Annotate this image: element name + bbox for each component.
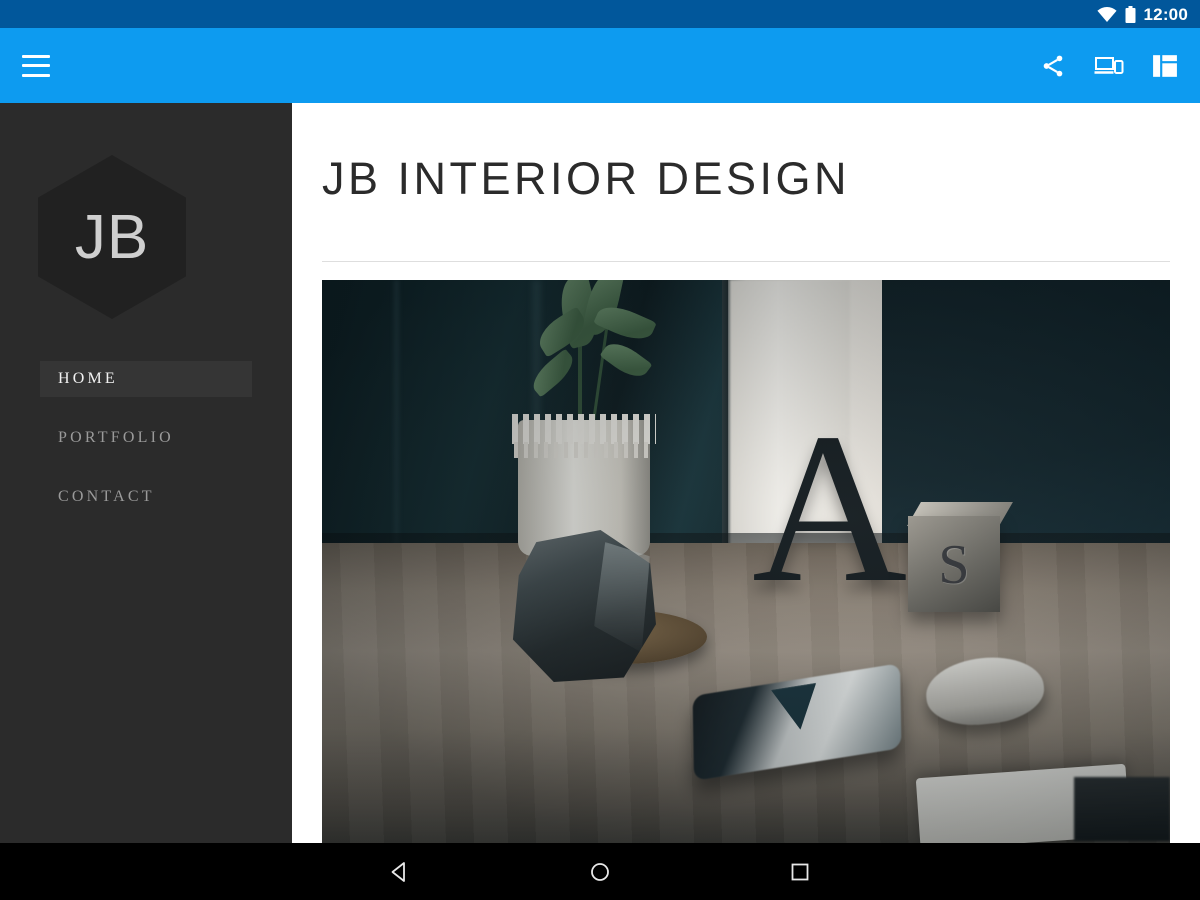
status-time: 12:00 — [1143, 4, 1188, 24]
letter-a-decor: A — [752, 388, 908, 627]
sidebar-item-contact[interactable]: CONTACT — [40, 479, 252, 515]
stamp-block: S — [908, 516, 1000, 612]
plant-foliage — [518, 280, 668, 430]
dark-desk-object — [1074, 777, 1170, 841]
hero-image[interactable]: A S — [322, 280, 1170, 843]
share-icon[interactable] — [1038, 51, 1068, 81]
home-circle-icon[interactable] — [500, 843, 700, 900]
site-sidebar: JB HOME PORTFOLIO CONTACT — [0, 103, 292, 843]
wifi-icon — [1096, 6, 1117, 22]
app-body: JB HOME PORTFOLIO CONTACT JB INTERIOR DE… — [0, 103, 1200, 843]
status-bar: 12:00 — [0, 0, 1200, 28]
title-divider — [322, 261, 1170, 262]
device-screen: 12:00 JB HOME PORTFOLIO CONTACT JB INTER… — [0, 0, 1200, 900]
pot-lace-trim — [512, 414, 656, 444]
site-logo[interactable]: JB — [38, 155, 186, 319]
preview-devices-icon[interactable] — [1094, 51, 1124, 81]
page-title: JB INTERIOR DESIGN — [322, 153, 851, 204]
hamburger-menu-icon[interactable] — [22, 54, 50, 77]
sidebar-item-home[interactable]: HOME — [40, 361, 252, 397]
stamp-block-letter: S — [938, 534, 970, 596]
battery-icon — [1125, 5, 1136, 23]
app-toolbar — [0, 28, 1200, 103]
back-triangle-icon[interactable] — [300, 843, 500, 900]
layout-panel-icon[interactable] — [1150, 51, 1180, 81]
site-content: JB INTERIOR DESIGN A S — [292, 103, 1200, 843]
site-navigation: HOME PORTFOLIO CONTACT — [0, 361, 292, 538]
recents-square-icon[interactable] — [700, 843, 900, 900]
logo-text: JB — [74, 202, 150, 272]
pot-lace-trim-2 — [514, 442, 654, 458]
toolbar-actions — [1038, 51, 1180, 81]
android-navigation-bar — [0, 843, 1200, 900]
sidebar-item-portfolio[interactable]: PORTFOLIO — [40, 420, 252, 456]
